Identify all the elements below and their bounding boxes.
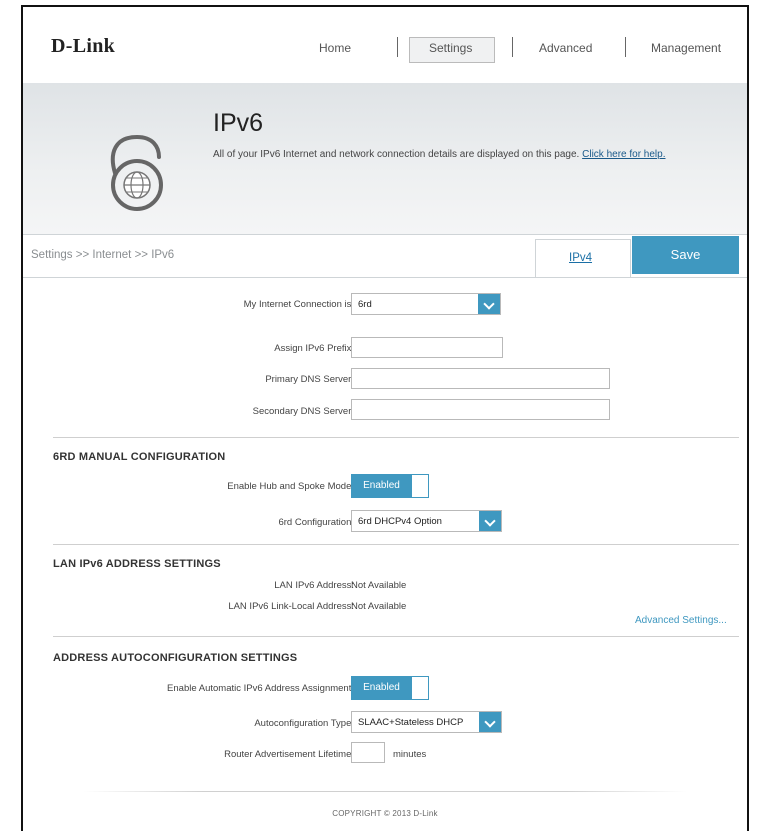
- chevron-down-icon: [479, 712, 501, 732]
- ra-lifetime-input[interactable]: [351, 742, 385, 763]
- 6rd-config-label: 6rd Configuration:: [278, 517, 354, 528]
- breadcrumb: Settings >> Internet >> IPv6: [31, 249, 175, 261]
- ra-lifetime-unit: minutes: [393, 749, 427, 760]
- top-bar: D-Link Home Settings Advanced Management: [23, 7, 747, 83]
- ra-lifetime-label: Router Advertisement Lifetime:: [224, 749, 354, 760]
- page-header: IPv6 All of your IPv6 Internet and netwo…: [23, 83, 747, 234]
- description-text: All of your IPv6 Internet and network co…: [213, 149, 580, 160]
- auto-assign-toggle[interactable]: Enabled: [351, 676, 429, 700]
- auto-assign-label: Enable Automatic IPv6 Address Assignment…: [167, 683, 354, 694]
- lock-6-globe-icon: [97, 133, 177, 218]
- 6rd-config-value: 6rd DHCPv4 Option: [358, 516, 442, 527]
- page-description: All of your IPv6 Internet and network co…: [213, 149, 666, 160]
- dlink-logo: D-Link: [51, 35, 116, 57]
- nav-divider: [625, 37, 626, 57]
- connection-type-value: 6rd: [358, 299, 372, 310]
- primary-dns-label: Primary DNS Server:: [265, 374, 354, 385]
- chevron-down-icon: [478, 294, 500, 314]
- nav-advanced[interactable]: Advanced: [539, 41, 592, 55]
- secondary-dns-input[interactable]: [351, 399, 610, 420]
- section-title-6rd: 6RD MANUAL CONFIGURATION: [53, 451, 226, 463]
- lan-ipv6-address-value: Not Available: [351, 580, 407, 591]
- autoconfig-type-select[interactable]: SLAAC+Stateless DHCP: [351, 711, 502, 733]
- lan-ipv6-address-label: LAN IPv6 Address:: [274, 580, 354, 591]
- section-divider: [53, 544, 739, 545]
- nav-home[interactable]: Home: [319, 41, 351, 55]
- router-settings-window: D-Link Home Settings Advanced Management: [21, 5, 749, 831]
- section-divider: [53, 437, 739, 438]
- connection-type-select[interactable]: 6rd: [351, 293, 501, 315]
- toggle-knob: [411, 677, 412, 699]
- 6rd-config-select[interactable]: 6rd DHCPv4 Option: [351, 510, 502, 532]
- lan-link-local-label: LAN IPv6 Link-Local Address:: [228, 601, 354, 612]
- section-divider: [53, 636, 739, 637]
- copyright: COPYRIGHT © 2013 D-Link: [332, 809, 438, 818]
- connection-type-label: My Internet Connection is:: [243, 299, 354, 310]
- save-button[interactable]: Save: [632, 236, 739, 274]
- hub-spoke-toggle[interactable]: Enabled: [351, 474, 429, 498]
- ipv6-prefix-input[interactable]: [351, 337, 503, 358]
- primary-dns-input[interactable]: [351, 368, 610, 389]
- section-title-autoconfig: ADDRESS AUTOCONFIGURATION SETTINGS: [53, 652, 298, 664]
- chevron-down-icon: [479, 511, 501, 531]
- page-title: IPv6: [213, 109, 264, 137]
- hub-spoke-toggle-state: Enabled: [352, 475, 411, 497]
- nav-settings[interactable]: Settings: [429, 41, 472, 55]
- hub-spoke-label: Enable Hub and Spoke Mode:: [227, 481, 354, 492]
- lan-link-local-value: Not Available: [351, 601, 407, 612]
- secondary-dns-label: Secondary DNS Server:: [252, 406, 354, 417]
- help-link[interactable]: Click here for help.: [582, 149, 665, 160]
- autoconfig-type-value: SLAAC+Stateless DHCP: [358, 717, 464, 728]
- toggle-knob: [411, 475, 412, 497]
- ipv6-prefix-label: Assign IPv6 Prefix:: [274, 343, 354, 354]
- nav-management[interactable]: Management: [651, 41, 721, 55]
- advanced-settings-link[interactable]: Advanced Settings...: [635, 615, 727, 626]
- footer-divider: [83, 791, 687, 792]
- nav-divider: [397, 37, 398, 57]
- section-title-lan: LAN IPv6 ADDRESS SETTINGS: [53, 558, 221, 570]
- nav-divider: [512, 37, 513, 57]
- autoconfig-type-label: Autoconfiguration Type:: [254, 718, 354, 729]
- breadcrumb-bar: Settings >> Internet >> IPv6 IPv4 Save: [23, 234, 747, 278]
- auto-assign-toggle-state: Enabled: [352, 677, 411, 699]
- ipv4-link[interactable]: IPv4: [569, 252, 592, 264]
